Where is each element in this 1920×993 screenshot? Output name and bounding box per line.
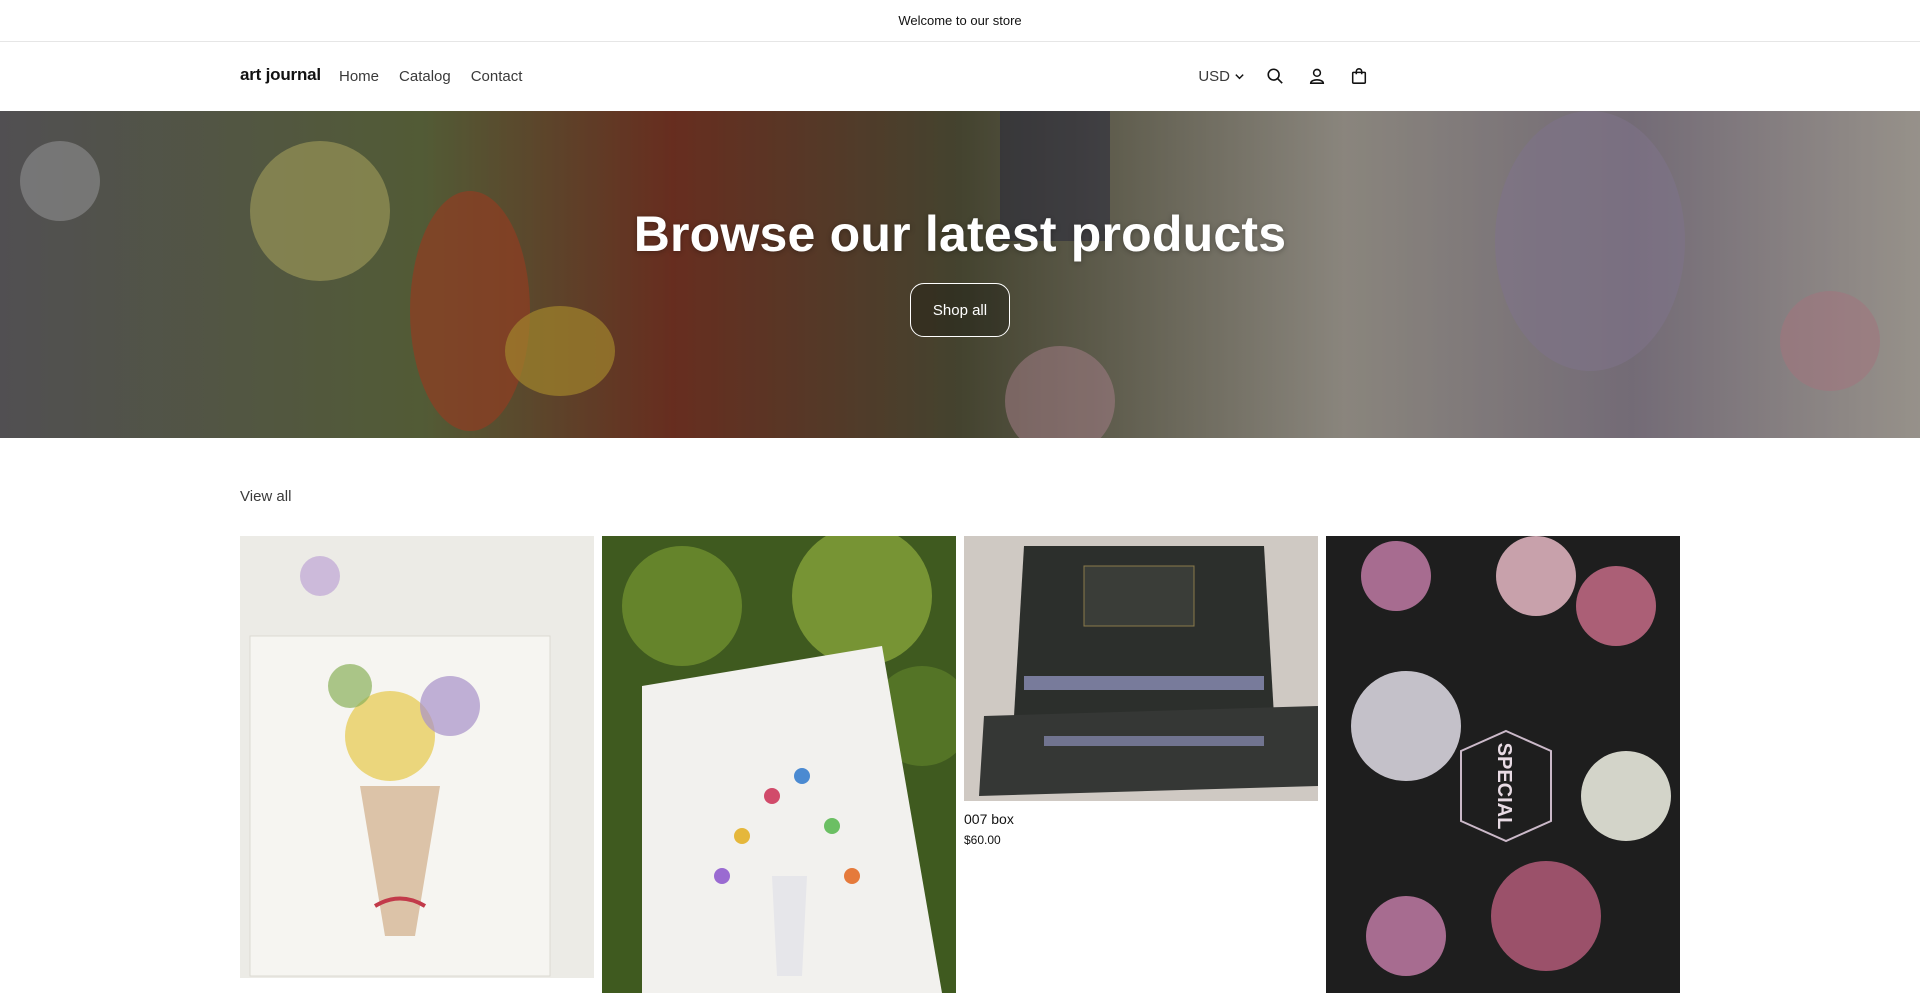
cart-icon: [1351, 68, 1367, 84]
nav-catalog[interactable]: Catalog: [399, 68, 451, 85]
cart-button[interactable]: [1347, 64, 1371, 88]
announcement-bar: Welcome to our store: [0, 0, 1920, 42]
product-card-1[interactable]: [240, 536, 594, 988]
product-price-3: $60.00: [964, 833, 1001, 847]
bouquet-card-image: [240, 536, 594, 978]
site-header: art journal Home Catalog Contact USD: [0, 43, 1920, 111]
main-nav: Home Catalog Contact: [339, 68, 522, 85]
product-card-3[interactable]: 007 box $60.00: [964, 536, 1318, 847]
svg-text:SPECIAL: SPECIAL: [1493, 743, 1515, 830]
header-actions: USD: [1198, 64, 1371, 88]
view-all-link[interactable]: View all: [240, 488, 291, 505]
account-button[interactable]: [1305, 64, 1329, 88]
hero-heading: Browse our latest products: [633, 206, 1287, 262]
announcement-text: Welcome to our store: [898, 13, 1022, 28]
product-image-1[interactable]: [240, 536, 594, 978]
account-icon: [1309, 68, 1325, 84]
nav-contact[interactable]: Contact: [471, 68, 523, 85]
chevron-down-icon: [1235, 73, 1244, 79]
store-logo[interactable]: art journal: [240, 65, 321, 85]
search-icon: [1267, 68, 1283, 84]
currency-selector[interactable]: USD: [1198, 68, 1245, 85]
product-image-4[interactable]: SPECIAL: [1326, 536, 1680, 993]
nav-home[interactable]: Home: [339, 68, 379, 85]
product-card-2[interactable]: [602, 536, 956, 993]
shop-all-button[interactable]: Shop all: [910, 283, 1010, 337]
wine-box-image: [964, 536, 1318, 801]
hero-overlay: [0, 111, 1920, 438]
product-title-3[interactable]: 007 box: [964, 811, 1318, 827]
product-card-4[interactable]: SPECIAL: [1326, 536, 1680, 993]
search-button[interactable]: [1263, 64, 1287, 88]
product-image-2[interactable]: [602, 536, 956, 993]
currency-label: USD: [1198, 67, 1230, 85]
gem-card-image: [602, 536, 956, 993]
floral-box-image: SPECIAL: [1326, 536, 1680, 993]
hero-banner: Browse our latest products Shop all: [0, 111, 1920, 438]
product-grid: 007 box $60.00 SPECIAL: [240, 536, 1680, 993]
product-image-3[interactable]: [964, 536, 1318, 801]
